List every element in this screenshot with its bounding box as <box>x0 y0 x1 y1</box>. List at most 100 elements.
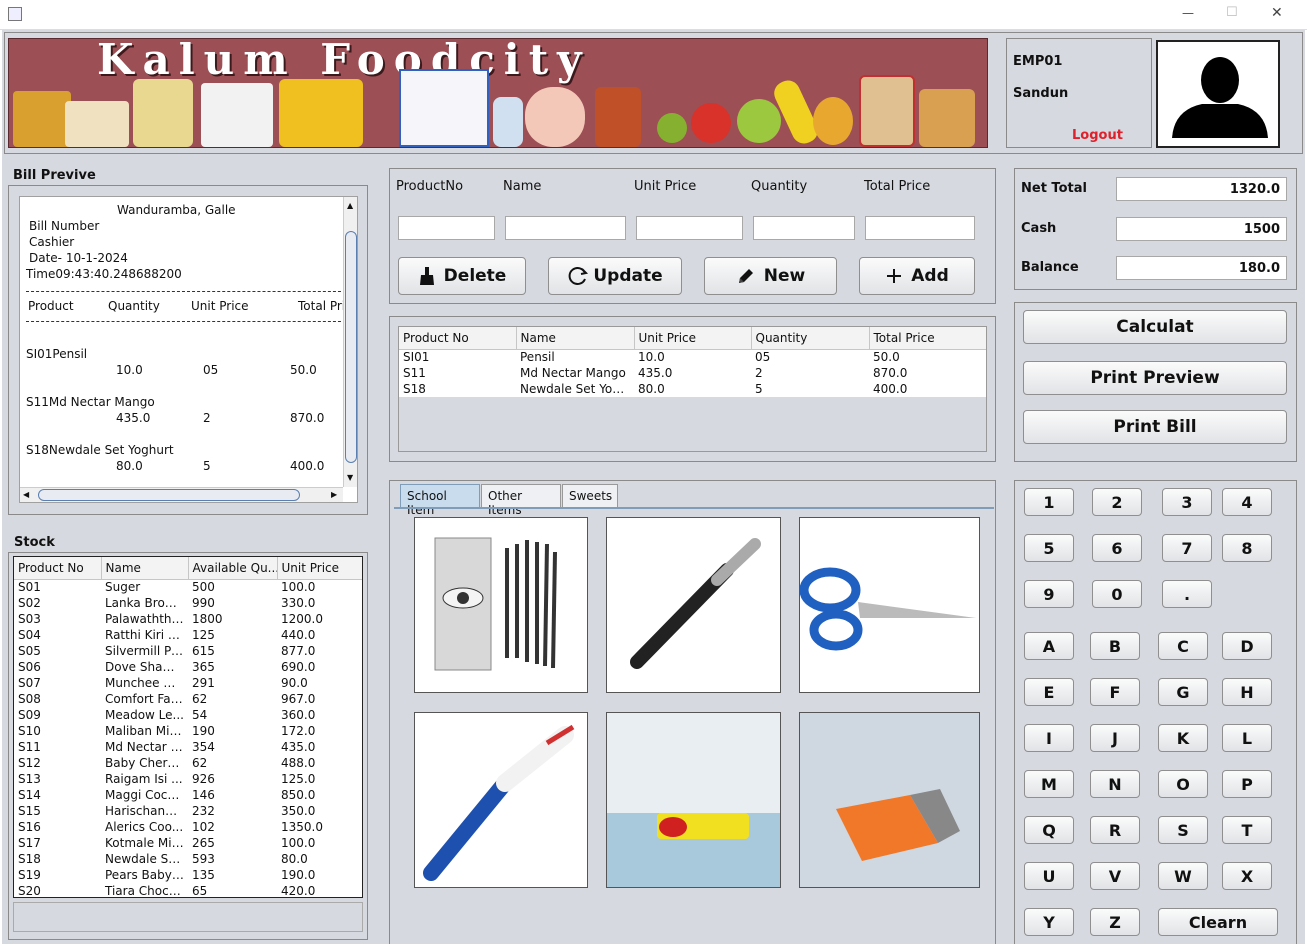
print-bill-button[interactable]: Print Bill <box>1023 410 1287 444</box>
scroll-up-arrow-icon[interactable]: ▲ <box>347 201 353 210</box>
stock-row[interactable]: S15 Harischandr... 232 350.0 <box>14 803 362 819</box>
product-tile-ballpoint-pen[interactable] <box>414 712 588 888</box>
total-price-field[interactable] <box>865 216 975 240</box>
new-button[interactable]: New <box>704 257 837 295</box>
product-tile-pencils[interactable] <box>414 517 588 693</box>
stock-row[interactable]: S17 Kotmale Mil... 265 100.0 <box>14 835 362 851</box>
key-c[interactable]: C <box>1158 632 1208 660</box>
key-q[interactable]: Q <box>1024 816 1074 844</box>
product-tile-eraser[interactable] <box>606 712 781 888</box>
key-b[interactable]: B <box>1090 632 1140 660</box>
stock-table-container[interactable]: Product No Name Available Qu... Unit Pri… <box>13 556 363 898</box>
key-8[interactable]: 8 <box>1222 534 1272 562</box>
quantity-field[interactable] <box>753 216 855 240</box>
key-f[interactable]: F <box>1090 678 1140 706</box>
key-r[interactable]: R <box>1090 816 1140 844</box>
key-d[interactable]: D <box>1222 632 1272 660</box>
scroll-down-arrow-icon[interactable]: ▼ <box>347 473 353 482</box>
scroll-left-arrow-icon[interactable]: ◀ <box>23 490 29 499</box>
key-m[interactable]: M <box>1024 770 1074 798</box>
key-9[interactable]: 9 <box>1024 580 1074 608</box>
stock-row[interactable]: S01 Suger 500 100.0 <box>14 579 362 595</box>
net-total-field[interactable]: 1320.0 <box>1116 177 1287 201</box>
stock-row[interactable]: S10 Maliban Milk... 190 172.0 <box>14 723 362 739</box>
cart-table-container[interactable]: Product No Name Unit Price Quantity Tota… <box>398 326 987 452</box>
stock-row[interactable]: S09 Meadow Le... 54 360.0 <box>14 707 362 723</box>
key-6[interactable]: 6 <box>1092 534 1142 562</box>
cart-row[interactable]: SI01 Pensil 10.0 05 50.0 <box>399 349 986 365</box>
cart-row[interactable]: S18 Newdale Set Yog... 80.0 5 400.0 <box>399 381 986 397</box>
tab-other-items[interactable]: Other Items <box>481 484 561 517</box>
logout-link[interactable]: Logout <box>1072 128 1123 143</box>
cart-col-quantity[interactable]: Quantity <box>751 327 870 350</box>
stock-row[interactable]: S05 Silvermill Pu... 615 877.0 <box>14 643 362 659</box>
stock-row[interactable]: S12 Baby Chera... 62 488.0 <box>14 755 362 771</box>
stock-row[interactable]: S06 Dove Sham... 365 690.0 <box>14 659 362 675</box>
stock-table[interactable]: Product No Name Available Qu... Unit Pri… <box>14 557 362 897</box>
key-x[interactable]: X <box>1222 862 1272 890</box>
stock-row[interactable]: S13 Raigam Isi ... 926 125.0 <box>14 771 362 787</box>
bill-horizontal-scrollbar[interactable]: ◀ ▶ <box>20 487 343 502</box>
key-l[interactable]: L <box>1222 724 1272 752</box>
key-t[interactable]: T <box>1222 816 1272 844</box>
cart-col-total-price[interactable]: Total Price <box>869 327 986 350</box>
key-p[interactable]: P <box>1222 770 1272 798</box>
stock-row[interactable]: S08 Comfort Fab... 62 967.0 <box>14 691 362 707</box>
bill-vertical-scrollbar[interactable]: ▲ ▼ <box>343 197 357 487</box>
key-k[interactable]: K <box>1158 724 1208 752</box>
stock-col-product-no[interactable]: Product No <box>14 557 102 580</box>
key-1[interactable]: 1 <box>1024 488 1074 516</box>
key-w[interactable]: W <box>1158 862 1208 890</box>
stock-row[interactable]: S02 Lanka Brow... 990 330.0 <box>14 595 362 611</box>
tab-sweets[interactable]: Sweets <box>562 484 618 507</box>
stock-col-unit-price[interactable]: Unit Price <box>277 557 362 580</box>
product-tile-pen[interactable] <box>606 517 781 693</box>
key-4[interactable]: 4 <box>1222 488 1272 516</box>
close-button[interactable]: ✕ <box>1271 5 1283 21</box>
key-a[interactable]: A <box>1024 632 1074 660</box>
bill-preview-area[interactable]: Wanduramba, Galle Bill Number Cashier Da… <box>19 196 358 503</box>
scroll-thumb[interactable] <box>38 489 300 501</box>
key-g[interactable]: G <box>1158 678 1208 706</box>
key-h[interactable]: H <box>1222 678 1272 706</box>
maximize-button[interactable]: ☐ <box>1226 5 1238 20</box>
product-no-field[interactable] <box>398 216 495 240</box>
key-0[interactable]: 0 <box>1092 580 1142 608</box>
cart-col-name[interactable]: Name <box>516 327 635 350</box>
key-dot[interactable]: . <box>1162 580 1212 608</box>
update-button[interactable]: Update <box>548 257 682 295</box>
key-n[interactable]: N <box>1090 770 1140 798</box>
key-y[interactable]: Y <box>1024 908 1074 936</box>
key-e[interactable]: E <box>1024 678 1074 706</box>
stock-row[interactable]: S11 Md Nectar M... 354 435.0 <box>14 739 362 755</box>
key-o[interactable]: O <box>1158 770 1208 798</box>
key-2[interactable]: 2 <box>1092 488 1142 516</box>
cart-row[interactable]: S11 Md Nectar Mango 435.0 2 870.0 <box>399 365 986 381</box>
stock-row[interactable]: S19 Pears Baby ... 135 190.0 <box>14 867 362 883</box>
key-z[interactable]: Z <box>1090 908 1140 936</box>
add-button[interactable]: Add <box>859 257 975 295</box>
name-field[interactable] <box>505 216 626 240</box>
stock-row[interactable]: S07 Munchee Gi... 291 90.0 <box>14 675 362 691</box>
clear-button[interactable]: Clearn <box>1158 908 1278 936</box>
stock-row[interactable]: S16 Alerics Coo... 102 1350.0 <box>14 819 362 835</box>
minimize-button[interactable]: — <box>1182 6 1194 20</box>
stock-row[interactable]: S03 Palawaththa... 1800 1200.0 <box>14 611 362 627</box>
stock-col-available-qty[interactable]: Available Qu... <box>188 557 278 580</box>
stock-row[interactable]: S20 Tiara Choco... 65 420.0 <box>14 883 362 897</box>
stock-row[interactable]: S18 Newdale Se... 593 80.0 <box>14 851 362 867</box>
print-preview-button[interactable]: Print Preview <box>1023 361 1287 395</box>
cart-table[interactable]: Product No Name Unit Price Quantity Tota… <box>399 327 986 397</box>
key-s[interactable]: S <box>1158 816 1208 844</box>
key-i[interactable]: I <box>1024 724 1074 752</box>
cart-col-unit-price[interactable]: Unit Price <box>634 327 752 350</box>
balance-field[interactable]: 180.0 <box>1116 256 1287 280</box>
key-j[interactable]: J <box>1090 724 1140 752</box>
key-3[interactable]: 3 <box>1162 488 1212 516</box>
cart-col-product-no[interactable]: Product No <box>399 327 517 350</box>
stock-col-name[interactable]: Name <box>101 557 189 580</box>
key-v[interactable]: V <box>1090 862 1140 890</box>
product-tile-staples[interactable] <box>799 712 980 888</box>
key-u[interactable]: U <box>1024 862 1074 890</box>
stock-row[interactable]: S14 Maggi Coco... 146 850.0 <box>14 787 362 803</box>
